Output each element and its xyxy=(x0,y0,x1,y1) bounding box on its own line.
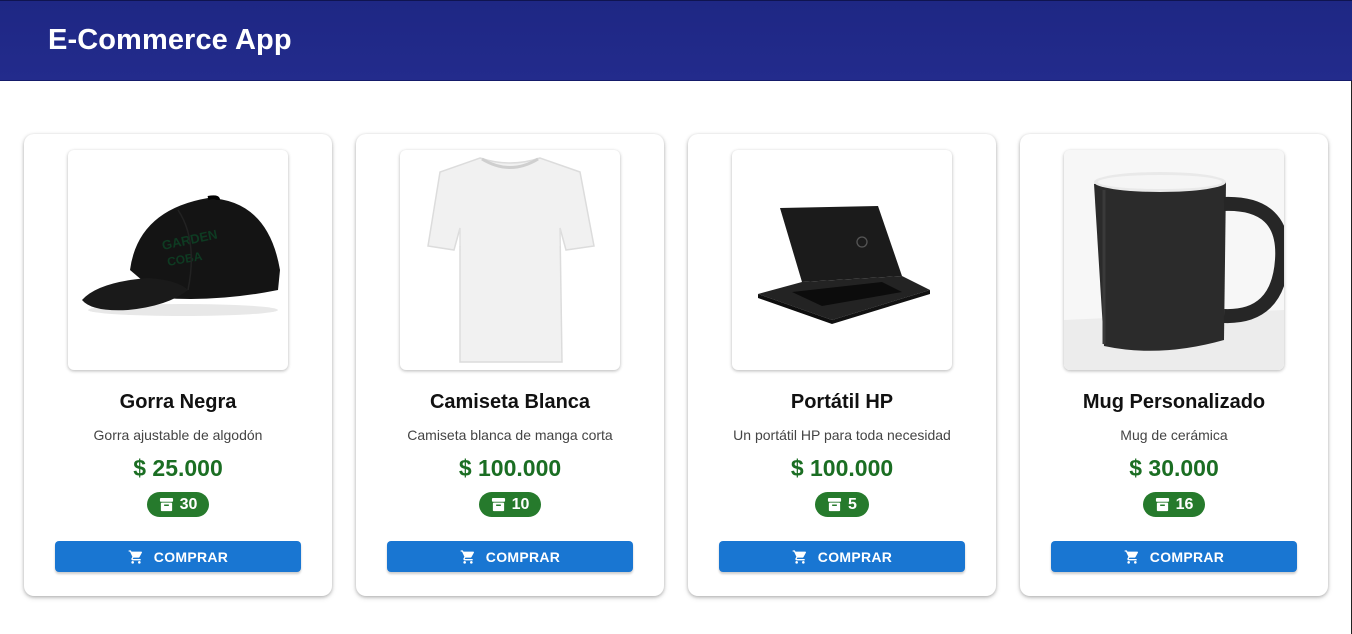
stock-count: 10 xyxy=(511,495,530,513)
stock-count: 16 xyxy=(1175,495,1194,513)
stock-count: 30 xyxy=(179,495,198,513)
product-image: GARDEN COBA xyxy=(68,150,288,370)
product-image xyxy=(400,150,620,370)
product-grid: GARDEN COBA Gorra Negra Gorra ajustable … xyxy=(24,134,1328,596)
product-description: Mug de cerámica xyxy=(1120,427,1228,443)
buy-button[interactable]: COMPRAR xyxy=(387,541,633,572)
product-card: Mug Personalizado Mug de cerámica $ 30.0… xyxy=(1020,134,1328,596)
product-price: $ 100.000 xyxy=(458,455,562,481)
product-description: Gorra ajustable de algodón xyxy=(93,427,263,443)
buy-button-label: COMPRAR xyxy=(153,548,229,565)
inventory-box-icon xyxy=(491,497,505,512)
stock-badge: 10 xyxy=(478,492,542,517)
inventory-box-icon xyxy=(827,497,842,512)
shopping-cart-icon xyxy=(1124,549,1138,564)
product-description: Un portátil HP para toda necesidad xyxy=(733,427,951,443)
product-name: Camiseta Blanca xyxy=(429,391,591,413)
inventory-box-icon xyxy=(1155,497,1169,512)
buy-button[interactable]: COMPRAR xyxy=(55,541,301,572)
product-name: Gorra Negra xyxy=(119,391,237,413)
inventory-box-icon xyxy=(159,497,173,512)
buy-button[interactable]: COMPRAR xyxy=(1051,541,1297,572)
product-description: Camiseta blanca de manga corta xyxy=(407,427,613,443)
stock-count: 5 xyxy=(848,495,857,513)
product-card: GARDEN COBA Gorra Negra Gorra ajustable … xyxy=(24,134,332,596)
cap-image: GARDEN COBA xyxy=(82,195,280,316)
buy-button-label: COMPRAR xyxy=(485,548,561,565)
product-price: $ 30.000 xyxy=(1129,455,1219,481)
product-price: $ 25.000 xyxy=(133,455,223,481)
buy-button-label: COMPRAR xyxy=(817,548,893,565)
shopping-cart-icon xyxy=(460,549,474,564)
product-card: Camiseta Blanca Camiseta blanca de manga… xyxy=(356,134,664,596)
shopping-cart-icon xyxy=(792,549,806,564)
buy-button[interactable]: COMPRAR xyxy=(719,541,965,572)
tshirt-image xyxy=(427,157,595,363)
buy-button-label: COMPRAR xyxy=(1149,548,1225,565)
app-title: E-Commerce App xyxy=(48,24,292,56)
product-price: $ 100.000 xyxy=(790,455,894,481)
product-image xyxy=(732,150,952,370)
product-card: Portátil HP Un portátil HP para toda nec… xyxy=(688,134,996,596)
product-name: Portátil HP xyxy=(790,391,894,413)
mug-image xyxy=(1064,150,1284,370)
stock-badge: 16 xyxy=(1142,492,1206,517)
product-name: Mug Personalizado xyxy=(1082,391,1266,413)
app-bar: E-Commerce App xyxy=(0,0,1352,81)
stock-badge: 5 xyxy=(815,492,869,517)
stock-badge: 30 xyxy=(146,492,210,517)
product-image xyxy=(1064,150,1284,370)
laptop-image xyxy=(758,206,930,324)
shopping-cart-icon xyxy=(128,549,142,564)
